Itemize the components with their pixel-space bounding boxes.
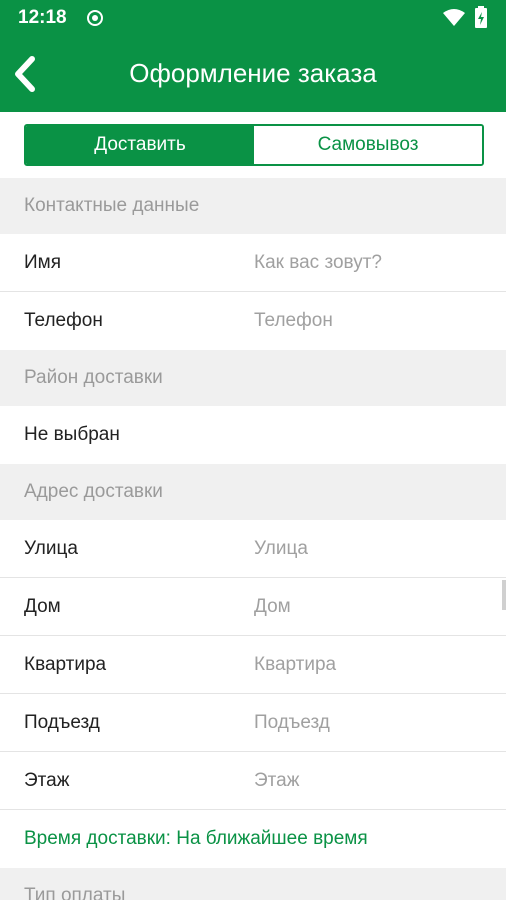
order-form: Контактные данные Имя Телефон Район дост… <box>0 178 506 900</box>
entrance-row: Подъезд <box>0 694 506 752</box>
floor-input[interactable] <box>254 752 488 809</box>
name-label: Имя <box>24 251 62 273</box>
floor-row: Этаж <box>0 752 506 810</box>
page-title: Оформление заказа <box>129 58 377 88</box>
phone-label: Телефон <box>24 310 103 331</box>
name-row: Имя <box>0 234 506 292</box>
street-label: Улица <box>24 537 78 559</box>
apartment-label: Квартира <box>24 653 107 675</box>
apartment-input[interactable] <box>254 636 488 693</box>
delivery-time-row[interactable]: Время доставки: На ближайшее время <box>0 810 506 868</box>
phone-row: Телефон <box>0 292 506 350</box>
sync-icon <box>87 10 103 26</box>
section-header-district: Район доставки <box>0 350 506 406</box>
street-input[interactable] <box>254 520 488 577</box>
section-header-payment: Тип оплаты <box>0 868 506 900</box>
section-header-address: Адрес доставки <box>0 464 506 520</box>
house-row: Дом <box>0 578 506 636</box>
phone-input[interactable] <box>254 292 488 349</box>
district-select[interactable]: Не выбран <box>0 406 506 464</box>
delivery-mode-bar: Доставить Самовывоз <box>0 112 506 178</box>
entrance-label: Подъезд <box>24 711 100 733</box>
tab-pickup[interactable]: Самовывоз <box>254 126 482 164</box>
floor-label: Этаж <box>24 769 70 791</box>
tab-delivery[interactable]: Доставить <box>26 126 254 164</box>
entrance-input[interactable] <box>254 694 488 751</box>
status-time: 12:18 <box>18 7 67 28</box>
app-bar: Оформление заказа <box>0 36 506 112</box>
battery-icon <box>475 6 487 28</box>
apartment-row: Квартира <box>0 636 506 694</box>
status-bar: 12:18 <box>0 0 506 36</box>
house-label: Дом <box>24 595 61 617</box>
district-value: Не выбран <box>24 424 120 445</box>
scrollbar[interactable] <box>502 580 506 610</box>
wifi-icon <box>443 9 465 26</box>
name-input[interactable] <box>254 234 488 291</box>
section-header-contact: Контактные данные <box>0 178 506 234</box>
street-row: Улица <box>0 520 506 578</box>
house-input[interactable] <box>254 578 488 635</box>
delivery-time-label: Время доставки: На ближайшее время <box>24 828 368 849</box>
delivery-mode-toggle: Доставить Самовывоз <box>24 124 484 166</box>
